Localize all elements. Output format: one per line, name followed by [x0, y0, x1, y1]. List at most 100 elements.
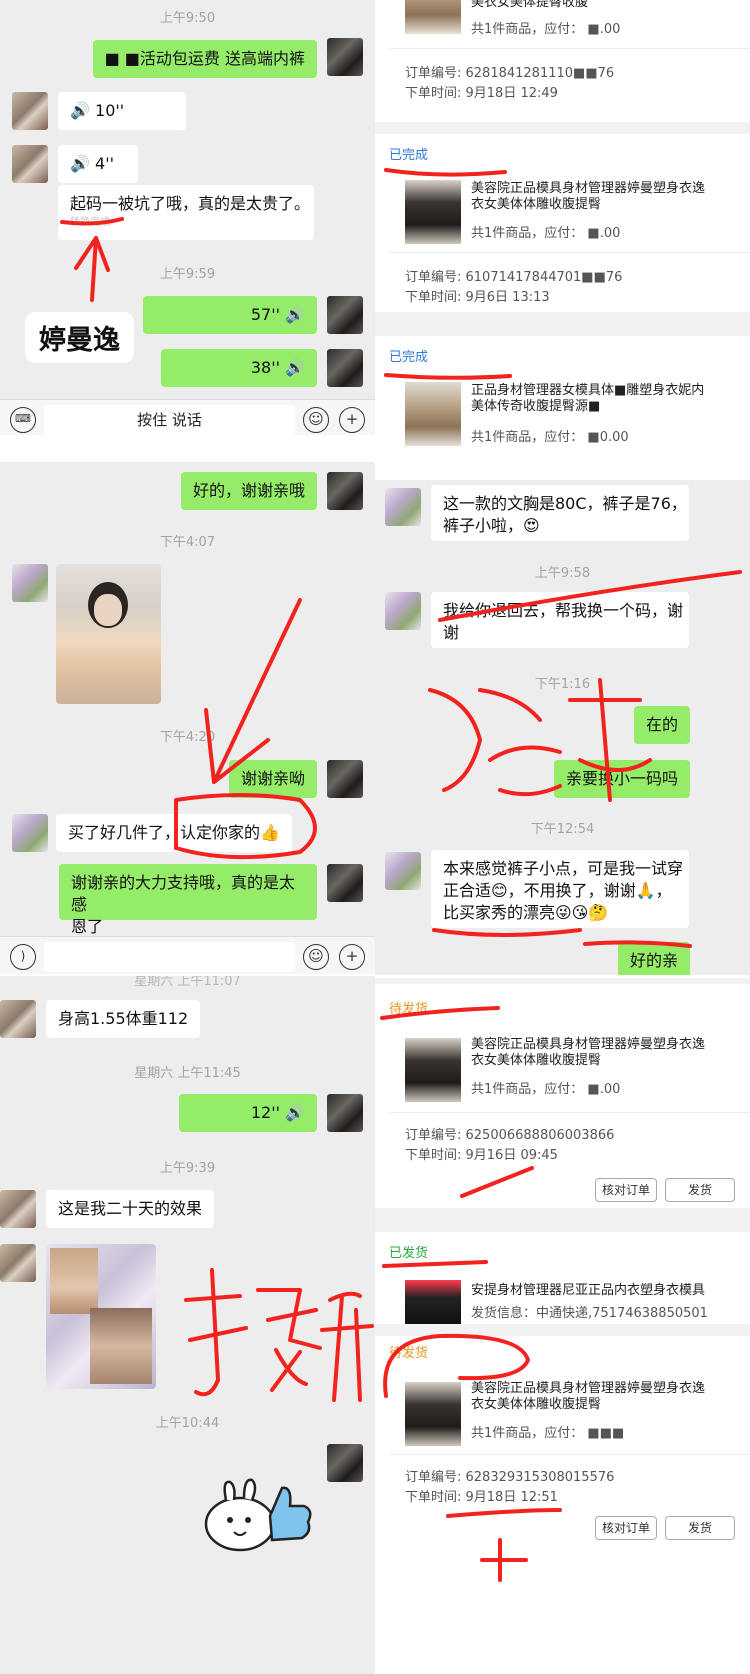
emoji-icon[interactable]: ☺ — [303, 407, 329, 433]
self-avatar[interactable] — [327, 760, 363, 798]
plus-icon[interactable]: + — [339, 407, 365, 433]
message-bubble-self[interactable]: 好的，谢谢亲哦 — [180, 472, 317, 510]
chat-input-bar: ) ☺ + — [0, 936, 375, 974]
chat-input-bar: ⌨ 按住 说话 ☺ + — [0, 399, 375, 435]
order-number: 订单编号: 61071417844701■■76 — [405, 270, 623, 285]
voice-toggle-icon[interactable]: ) — [10, 944, 36, 970]
self-avatar[interactable] — [327, 1094, 363, 1132]
order-number: 订单编号: 625006688806003866 — [405, 1128, 615, 1143]
message-bubble-friend[interactable]: 买了好几件了，认定你家的👍 — [56, 814, 292, 852]
voice-message-self[interactable]: 57'' 🔊 — [143, 296, 317, 334]
message-bubble-self[interactable]: 好的亲 — [617, 942, 690, 975]
order-card[interactable]: 美衣女美体提臀收腹 共1件商品，应付： ■.00 订单编号: 628184128… — [375, 0, 750, 122]
message-bubble-self[interactable]: 亲要换小一码吗 — [553, 760, 690, 798]
friend-avatar[interactable] — [12, 92, 48, 130]
timestamp: 上午9:39 — [159, 1161, 216, 1176]
timestamp: 上午10:44 — [155, 1416, 220, 1431]
divider — [389, 1454, 750, 1455]
message-bubble-friend[interactable]: 这是我二十天的效果 — [46, 1190, 215, 1228]
ship-button[interactable]: 发货 — [665, 1516, 735, 1540]
order-time: 下单时间: 9月18日 12:51 — [405, 1490, 558, 1505]
emoji-icon[interactable]: ☺ — [303, 944, 329, 970]
check-order-button[interactable]: 核对订单 — [595, 1178, 657, 1202]
order-summary: 共1件商品，应付： ■.00 — [471, 22, 621, 37]
message-bubble-self[interactable]: 在的 — [633, 706, 690, 744]
self-avatar[interactable] — [327, 349, 363, 387]
self-avatar[interactable] — [327, 38, 363, 76]
product-title: 美容院正品模具身材管理器婷曼塑身衣逸 — [471, 1037, 706, 1052]
friend-avatar[interactable] — [12, 145, 48, 183]
divider — [389, 48, 750, 49]
order-time: 下单时间: 9月6日 13:13 — [405, 290, 550, 305]
voice-icon: 🔊 — [285, 358, 305, 377]
order-card[interactable]: 待发货 美容院正品模具身材管理器婷曼塑身衣逸 衣女美体体雕收腹提臀 共1件商品，… — [375, 1336, 750, 1674]
voice-message[interactable]: 🔊 10'' — [58, 92, 186, 130]
voice-message[interactable]: 🔊 4'' — [58, 145, 138, 183]
hold-to-talk-button[interactable]: 按住 说话 — [44, 405, 295, 435]
friend-avatar[interactable] — [12, 564, 48, 602]
message-bubble-friend[interactable]: 身高1.55体重112 — [46, 1000, 201, 1038]
order-card[interactable]: 待发货 美容院正品模具身材管理器婷曼塑身衣逸 衣女美体体雕收腹提臀 共1件商品，… — [375, 984, 750, 1208]
order-status: 已发货 — [389, 1246, 429, 1261]
product-title: 美体传奇收腹提臀源■ — [471, 399, 601, 414]
self-avatar[interactable] — [327, 1444, 363, 1482]
self-avatar[interactable] — [327, 296, 363, 334]
order-time: 下单时间: 9月18日 12:49 — [405, 86, 558, 101]
thumbs-up-sticker[interactable] — [200, 1476, 318, 1556]
timestamp: 上午9:50 — [159, 11, 216, 26]
product-thumbnail[interactable] — [405, 1382, 461, 1446]
product-thumbnail[interactable] — [405, 180, 461, 244]
timestamp: 上午9:58 — [534, 566, 591, 581]
message-bubble-friend[interactable]: 这一款的文胸是80C，裤子是76， 裤子小啦，😍 — [431, 485, 689, 541]
friend-avatar[interactable] — [385, 592, 421, 630]
voice-message-self[interactable]: 38'' 🔊 — [161, 349, 317, 387]
orders-panel-1: 美衣女美体提臀收腹 共1件商品，应付： ■.00 订单编号: 628184128… — [375, 0, 750, 458]
message-bubble-friend[interactable]: 本来感觉裤子小点，可是我一试穿 正合适😊，不用换了，谢谢🙏， 比买家秀的漂亮😜😘… — [431, 850, 689, 928]
ship-button[interactable]: 发货 — [665, 1178, 735, 1202]
chat-photo-collage[interactable] — [46, 1244, 156, 1389]
self-avatar[interactable] — [327, 472, 363, 510]
message-bubble-friend[interactable]: 起码一被坑了哦，真的是太贵了。 转换完成 — [58, 185, 314, 240]
product-title: 美容院正品模具身材管理器婷曼塑身衣逸 — [471, 181, 706, 196]
timestamp: 下午1:16 — [534, 677, 591, 692]
product-title: 衣女美体体雕收腹提臀 — [471, 197, 602, 212]
order-card[interactable]: 已完成 美容院正品模具身材管理器婷曼塑身衣逸 衣女美体体雕收腹提臀 共1件商品，… — [375, 134, 750, 312]
order-card[interactable]: 已完成 正品身材管理器女模具体■雕塑身衣妮内 美体传奇收腹提臀源■ 共1件商品，… — [375, 336, 750, 458]
photo-tile — [50, 1248, 98, 1314]
message-bubble-self[interactable]: ■ ■活动包运费 送高端内裤 — [92, 40, 317, 78]
friend-avatar[interactable] — [12, 814, 48, 852]
voice-icon: 🔊 — [70, 101, 90, 120]
friend-avatar[interactable] — [0, 1000, 36, 1038]
product-title: 安提身材管理器尼亚正品内衣塑身衣模具 — [471, 1283, 706, 1298]
message-bubble-friend[interactable]: 我给你退回去，帮我换一个码，谢 谢 — [431, 592, 689, 648]
friend-avatar[interactable] — [385, 488, 421, 526]
plus-icon[interactable]: + — [339, 944, 365, 970]
product-thumbnail[interactable] — [405, 382, 461, 446]
voice-icon: 🔊 — [285, 1103, 305, 1122]
product-title: 美衣女美体提臀收腹 — [471, 0, 589, 10]
shipping-info: 发货信息：中通快递,75174638850501 — [471, 1306, 708, 1321]
order-time: 下单时间: 9月16日 09:45 — [405, 1148, 558, 1163]
keyboard-icon[interactable]: ⌨ — [10, 407, 36, 433]
product-thumbnail[interactable] — [405, 0, 461, 34]
chat-photo[interactable] — [56, 564, 161, 704]
self-avatar[interactable] — [327, 864, 363, 902]
message-input[interactable] — [44, 942, 295, 972]
order-card[interactable]: 已发货 安提身材管理器尼亚正品内衣塑身衣模具 发货信息：中通快递,7517463… — [375, 1232, 750, 1324]
message-bubble-self[interactable]: 谢谢亲呦 — [228, 760, 317, 798]
timestamp: 下午12:54 — [530, 822, 595, 837]
friend-avatar[interactable] — [0, 1190, 36, 1228]
product-title: 衣女美体体雕收腹提臀 — [471, 1397, 602, 1412]
product-thumbnail[interactable] — [405, 1280, 461, 1324]
chat-panel-3: 这一款的文胸是80C，裤子是76， 裤子小啦，😍 上午9:58 我给你退回去，帮… — [375, 480, 750, 975]
friend-avatar[interactable] — [385, 852, 421, 890]
friend-avatar[interactable] — [0, 1244, 36, 1282]
product-title: 衣女美体体雕收腹提臀 — [471, 1053, 602, 1068]
product-thumbnail[interactable] — [405, 1038, 461, 1102]
orders-panel-2: 待发货 美容院正品模具身材管理器婷曼塑身衣逸 衣女美体体雕收腹提臀 共1件商品，… — [375, 978, 750, 1674]
voice-message-self[interactable]: 12'' 🔊 — [179, 1094, 317, 1132]
check-order-button[interactable]: 核对订单 — [595, 1516, 657, 1540]
timestamp: 上午9:59 — [159, 267, 216, 282]
message-bubble-self[interactable]: 谢谢亲的大力支持哦，真的是太感 恩了 — [59, 864, 317, 936]
timestamp: 下午4:07 — [159, 535, 216, 550]
